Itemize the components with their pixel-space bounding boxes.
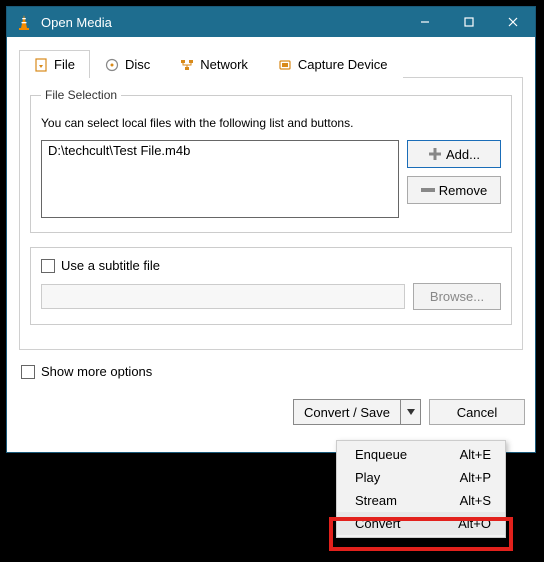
subtitle-label: Use a subtitle file [61,258,160,273]
browse-label: Browse... [430,289,484,304]
menu-label: Enqueue [355,447,407,462]
plus-icon [428,147,442,161]
cancel-label: Cancel [457,405,497,420]
footer: Convert / Save Cancel [7,391,535,437]
tab-file[interactable]: File [19,50,90,78]
tab-network[interactable]: Network [165,50,263,78]
add-button-label: Add... [446,147,480,162]
tab-file-label: File [54,57,75,72]
network-icon [180,58,194,72]
convert-save-menu: Enqueue Alt+E Play Alt+P Stream Alt+S Co… [336,440,506,538]
titlebar: Open Media [7,7,535,37]
chevron-down-icon [407,409,415,415]
tab-capture[interactable]: Capture Device [263,50,403,78]
tab-bar: File Disc Network Capture Device [19,49,523,78]
convert-save-dropdown[interactable] [400,400,420,424]
file-selection-hint: You can select local files with the foll… [41,116,501,130]
remove-button-label: Remove [439,183,487,198]
content-area: File Disc Network Capture Device File Se… [7,37,535,391]
maximize-button[interactable] [447,7,491,37]
menu-shortcut: Alt+O [458,516,491,531]
tab-network-label: Network [200,57,248,72]
menu-label: Convert [355,516,401,531]
menu-label: Play [355,470,380,485]
tab-capture-label: Capture Device [298,57,388,72]
menu-item-enqueue[interactable]: Enqueue Alt+E [337,443,505,466]
cancel-button[interactable]: Cancel [429,399,525,425]
show-more-label: Show more options [41,364,152,379]
minimize-button[interactable] [403,7,447,37]
tab-disc-label: Disc [125,57,150,72]
browse-button: Browse... [413,283,501,310]
file-selection-group: File Selection You can select local file… [30,88,512,233]
file-icon [34,58,48,72]
show-more-row: Show more options [21,364,523,379]
subtitle-path-input [41,284,405,309]
menu-item-convert[interactable]: Convert Alt+O [337,512,505,535]
open-media-window: Open Media File Disc Network Capture Dev… [6,6,536,453]
file-list[interactable]: D:\techcult\Test File.m4b [41,140,399,218]
convert-save-button[interactable]: Convert / Save [293,399,421,425]
subtitle-checkbox[interactable] [41,259,55,273]
menu-shortcut: Alt+S [460,493,491,508]
file-list-entry[interactable]: D:\techcult\Test File.m4b [48,143,392,158]
menu-item-play[interactable]: Play Alt+P [337,466,505,489]
add-button[interactable]: Add... [407,140,501,168]
window-title: Open Media [41,15,403,30]
remove-button[interactable]: Remove [407,176,501,204]
vlc-cone-icon [15,13,33,31]
subtitle-group: Use a subtitle file Browse... [30,247,512,325]
menu-shortcut: Alt+E [460,447,491,462]
disc-icon [105,58,119,72]
menu-shortcut: Alt+P [460,470,491,485]
file-selection-legend: File Selection [41,88,121,102]
menu-item-stream[interactable]: Stream Alt+S [337,489,505,512]
menu-label: Stream [355,493,397,508]
convert-save-label[interactable]: Convert / Save [294,400,400,424]
file-panel: File Selection You can select local file… [19,78,523,350]
capture-icon [278,58,292,72]
close-button[interactable] [491,7,535,37]
minus-icon [421,188,435,192]
show-more-checkbox[interactable] [21,365,35,379]
tab-disc[interactable]: Disc [90,50,165,78]
